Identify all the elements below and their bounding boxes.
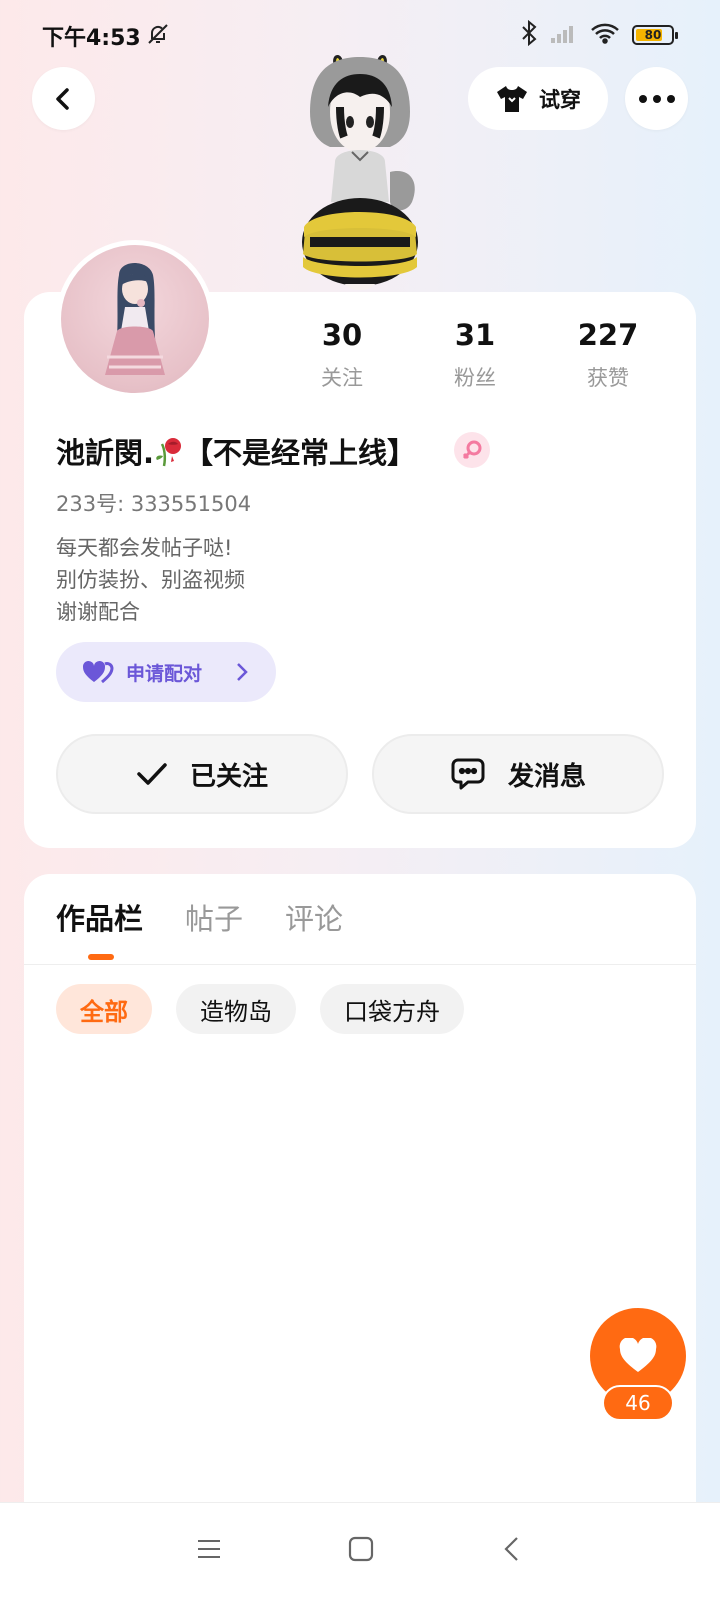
stat-following-label: 关注 <box>321 366 363 390</box>
tryon-label: 试穿 <box>539 87 581 112</box>
bio-line: 别仿装扮、别盗视频 <box>56 568 245 592</box>
pair-request-label: 申请配对 <box>126 662 203 685</box>
nickname: 池訢閔. 【不是经常上线】 <box>56 430 416 472</box>
back-button[interactable] <box>32 67 95 130</box>
chat-bubble-icon <box>451 758 485 790</box>
tab-comments[interactable]: 评论 <box>285 896 343 938</box>
status-icons: 80 <box>520 19 678 50</box>
back-nav-icon[interactable] <box>502 1536 522 1562</box>
stat-followers-value: 31 <box>454 318 496 352</box>
stat-following[interactable]: 30 关注 <box>282 318 402 392</box>
stat-followers[interactable]: 31 粉丝 <box>415 318 535 392</box>
stat-following-value: 30 <box>321 318 363 352</box>
wifi-icon <box>590 22 620 48</box>
more-button[interactable] <box>625 67 688 130</box>
content-tabs: 作品栏 帖子 评论 <box>56 896 343 938</box>
chevron-left-icon <box>55 87 69 110</box>
heart-icon <box>619 1338 657 1372</box>
bio-line: 谢谢配合 <box>56 600 140 624</box>
status-time: 下午4:53 <box>42 26 141 51</box>
double-heart-icon <box>82 660 114 684</box>
tryon-button[interactable]: 试穿 <box>468 67 608 130</box>
tabs-divider <box>24 964 696 965</box>
battery-cap <box>675 32 678 39</box>
bio-line: 每天都会发帖子哒! <box>56 536 233 560</box>
wilted-rose-icon <box>156 438 182 467</box>
like-count: 46 <box>602 1385 674 1421</box>
home-icon[interactable] <box>348 1536 374 1562</box>
active-tab-indicator <box>88 954 114 960</box>
followed-button[interactable]: 已关注 <box>56 734 348 814</box>
character-figure[interactable] <box>290 52 430 292</box>
tab-works[interactable]: 作品栏 <box>56 896 143 938</box>
followed-label: 已关注 <box>189 761 268 792</box>
signal-icon <box>550 22 578 48</box>
nickname-suffix: 【不是经常上线】 <box>184 436 417 470</box>
system-nav-bar <box>0 1502 720 1601</box>
avatar-illustration <box>105 263 165 375</box>
stat-likes[interactable]: 227 获赞 <box>548 318 668 392</box>
tshirt-icon <box>497 85 527 112</box>
filter-pocket-ark[interactable]: 口袋方舟 <box>320 984 464 1034</box>
menu-icon[interactable] <box>196 1536 222 1562</box>
filter-creation-island[interactable]: 造物岛 <box>176 984 296 1034</box>
checkmark-icon <box>137 763 167 785</box>
pair-request-button[interactable]: 申请配对 <box>56 642 276 702</box>
filter-chips: 全部 造物岛 口袋方舟 <box>56 984 464 1034</box>
avatar[interactable] <box>56 240 214 398</box>
chevron-right-icon <box>237 663 248 681</box>
stat-likes-label: 获赞 <box>587 366 629 390</box>
bluetooth-icon <box>520 19 538 50</box>
bio: 每天都会发帖子哒! 别仿装扮、别盗视频 谢谢配合 <box>56 532 245 628</box>
send-message-label: 发消息 <box>507 761 586 792</box>
more-icon <box>638 94 675 103</box>
female-gender-icon <box>454 432 490 468</box>
nickname-prefix: 池訢閔. <box>56 436 155 470</box>
bell-muted-icon <box>146 22 170 50</box>
stat-likes-value: 227 <box>577 318 639 352</box>
battery-level: 80 <box>644 28 662 42</box>
filter-all[interactable]: 全部 <box>56 984 152 1034</box>
stat-followers-label: 粉丝 <box>454 366 496 390</box>
user-id: 233号: 333551504 <box>56 492 252 516</box>
battery-icon: 80 <box>632 25 678 45</box>
content-card <box>24 874 696 1514</box>
send-message-button[interactable]: 发消息 <box>372 734 664 814</box>
tab-posts[interactable]: 帖子 <box>185 896 243 938</box>
